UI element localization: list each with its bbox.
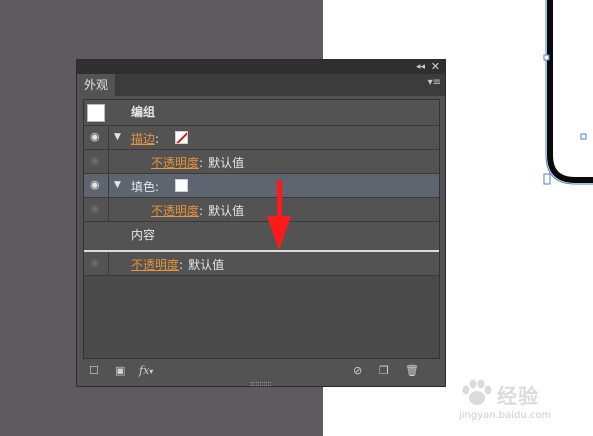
stroke-none-swatch-icon[interactable] [175,131,188,144]
close-panel-icon[interactable]: ✕ [431,60,440,73]
disclosure-triangle-icon[interactable]: ▼ [114,179,121,191]
stroke-colon: : [155,132,160,146]
eye-icon[interactable]: ◉ [90,155,100,167]
opacity-value: 默认值 [208,156,245,170]
stroke-label-link[interactable]: 描边 [131,132,155,146]
stroke-opacity-row[interactable]: ◉ 不透明度: 默认值 [84,150,439,174]
object-opacity-row[interactable]: ◉ 不透明度: 默认值 [84,252,439,276]
opacity-colon: : [199,156,204,170]
eye-icon[interactable]: ◉ [90,257,100,269]
clear-appearance-icon[interactable]: ⊘ [353,364,362,377]
red-annotation-arrow [267,180,291,250]
collapse-panel-icon[interactable]: ◂◂ [416,61,425,73]
visibility-toggle[interactable]: ◉ [84,150,109,173]
fill-opacity-row[interactable]: ◉ 不透明度: 默认值 [84,198,439,222]
baidu-jingyan-watermark: 经验 jingyan.baidu.com [455,372,593,432]
add-new-effect-icon[interactable]: fx▾ [139,364,153,378]
opacity-label-link[interactable]: 不透明度 [131,258,179,272]
selected-path-shape[interactable] [520,0,593,200]
watermark-brand: 经验 [497,384,539,408]
resize-grip[interactable] [251,382,271,386]
opacity-value: 默认值 [188,258,225,272]
panel-title-bar[interactable]: ◂◂ ✕ [77,60,445,74]
stroke-row[interactable]: ◉ ▼ 描边: [84,126,439,150]
opacity-value: 默认值 [208,204,245,218]
fill-row[interactable]: ◉ ▼ 填色: [84,174,439,198]
fill-label: 填色 [131,180,156,194]
delete-item-icon[interactable]: 🗑 [405,364,419,377]
appearance-panel: ◂◂ ✕ 外观 ▾≡ 编组 ◉ ▼ 描边: ◉ 不透明度: 默认值 ◉ ▼ 填色… [76,59,446,387]
visibility-toggle[interactable]: ◉ [84,126,109,149]
contents-label: 内容 [131,228,156,242]
paw-logo-icon [462,379,492,405]
visibility-toggle[interactable]: ◉ [84,198,109,221]
panel-menu-icon[interactable]: ▾≡ [428,77,441,88]
bounding-handle [543,54,550,61]
appearance-attributes-list: 编组 ◉ ▼ 描边: ◉ 不透明度: 默认值 ◉ ▼ 填色: ◉ 不透明度: 默… [83,99,440,359]
watermark-url: jingyan.baidu.com [459,410,552,421]
visibility-toggle[interactable]: ◉ [84,174,109,197]
fill-colon: : [155,180,160,194]
opacity-label-link[interactable]: 不透明度 [151,156,199,170]
contents-row[interactable]: 内容 [84,222,439,250]
panel-footer-toolbar: ☐ ▣ fx▾ ⊘ ❐ 🗑 [77,360,445,382]
eye-icon[interactable]: ◉ [90,203,100,215]
disclosure-triangle-icon[interactable]: ▼ [114,131,121,143]
eye-icon[interactable]: ◉ [90,179,100,191]
add-new-fill-icon[interactable]: ▣ [115,364,125,377]
visibility-toggle[interactable]: ◉ [84,252,109,275]
anchor-point [543,173,551,185]
opacity-label-link[interactable]: 不透明度 [151,204,199,218]
opacity-colon: : [179,258,184,272]
tab-appearance[interactable]: 外观 [77,74,115,96]
add-new-stroke-icon[interactable]: ☐ [89,364,99,377]
duplicate-item-icon[interactable]: ❐ [379,364,389,377]
panel-tab-bar: 外观 ▾≡ [77,74,445,96]
group-row[interactable]: 编组 [84,100,439,126]
group-thumbnail [87,104,105,122]
opacity-colon: : [199,204,204,218]
eye-icon[interactable]: ◉ [90,131,100,143]
group-label: 编组 [131,105,156,119]
fill-white-swatch-icon[interactable] [175,179,188,192]
bounding-handle [580,133,587,140]
